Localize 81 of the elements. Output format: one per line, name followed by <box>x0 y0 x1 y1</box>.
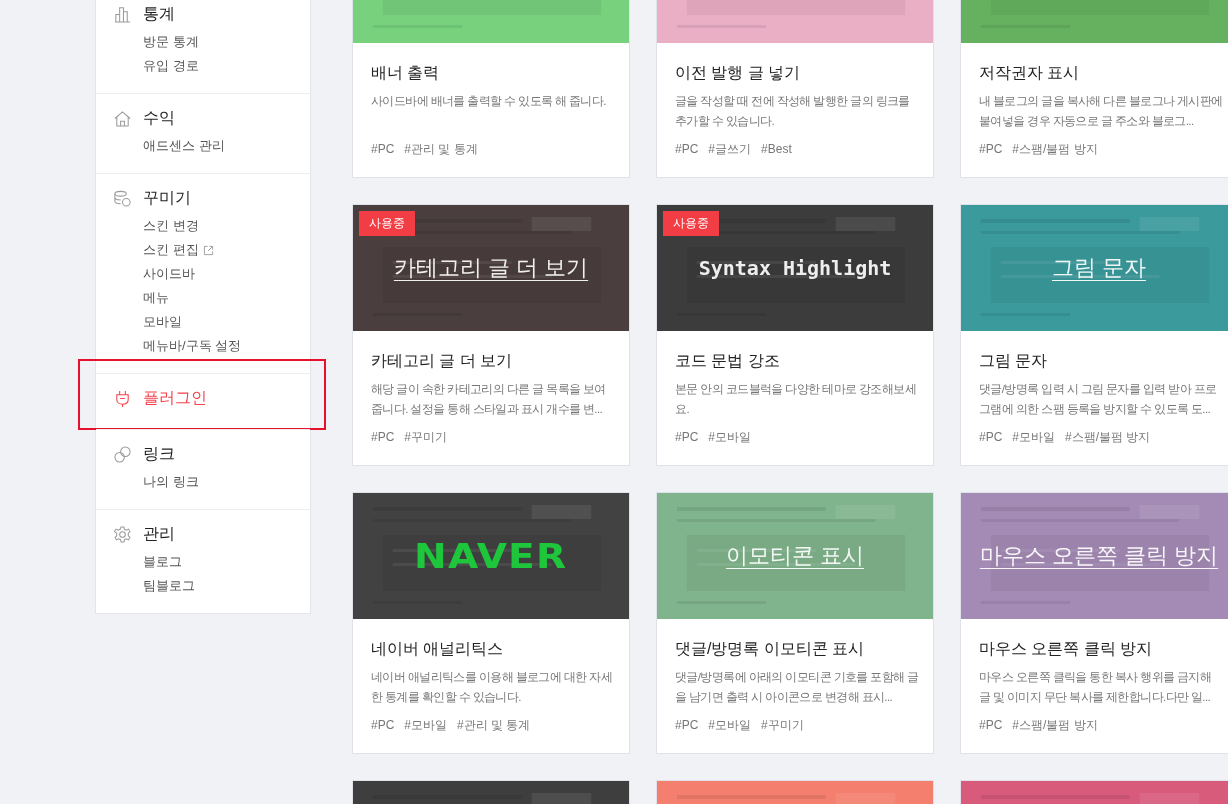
menu-section-header[interactable]: 관리 <box>113 522 175 546</box>
menu-item[interactable]: 유입 경로 <box>143 57 199 75</box>
plugin-description: 댓글/방명록 입력 시 그림 문자를 입력 받아 프로그램에 의한 스팸 등록을 방지할 수 있도록 도... <box>979 382 1218 417</box>
plugin-card[interactable]: 저작권자 표시 내 블로그의 글을 복사해 다른 블로그나 게시판에 붙여넣을 경우 자동으로 글 주소와 블로그... #PC #스팸/불펌 방지 <box>960 0 1228 178</box>
logo: NAVER <box>414 536 568 576</box>
tag[interactable]: #관리 및 통계 <box>457 715 531 735</box>
plugin-card[interactable]: 이모티콘 표시 댓글/방명록 이모티콘 표시 댓글/방명록에 아래의 이모티콘 기호를 포함해 글을 남기면 출력 시 아이콘으로 변경해 표시... #PC #모바일 #꾸미기 <box>656 492 934 754</box>
menu-item[interactable]: 메뉴바/구독 설정 <box>143 337 242 355</box>
menu-section-header[interactable]: 링크 <box>113 442 175 466</box>
menu-item[interactable]: 애드센스 관리 <box>143 137 225 155</box>
plugin-description: 글을 작성할 때 전에 작성해 발행한 글의 링크를 추가할 수 있습니다. <box>675 94 911 129</box>
tag[interactable]: #Best <box>761 139 792 159</box>
plugin-description: 댓글/방명록에 아래의 이모티콘 기호를 포함해 글을 남기면 출력 시 아이콘으로 변경해 표시... <box>675 670 920 705</box>
menu-section-header[interactable]: 통계 <box>113 2 175 26</box>
menu-item[interactable]: 스킨 변경 <box>143 217 199 235</box>
menu-item[interactable]: 방문 통계 <box>143 33 199 51</box>
plugin-title: 마우스 오른쪽 클릭 방지 <box>979 639 1154 659</box>
house-icon <box>113 108 132 128</box>
plugin-title: 네이버 애널리틱스 <box>371 639 505 659</box>
plugin-card[interactable]: 그림 문자 그림 문자 댓글/방명록 입력 시 그림 문자를 입력 받아 프로그램에 의한 스팸 등록을 방지할 수 있도록 도... #PC #모바일 #스팸/불펌 방지 <box>960 204 1228 466</box>
link-icon <box>113 444 132 464</box>
plugin-title: 카테고리 글 더 보기 <box>371 351 514 371</box>
plugin-card[interactable]: NAVER 네이버 애널리틱스 네이버 애널리틱스를 이용해 블로그에 대한 자세한 통계를 확인할 수 있습니다. #PC #모바일 #관리 및 통계 <box>352 492 630 754</box>
tag[interactable]: #모바일 <box>1012 427 1056 447</box>
menu-item[interactable]: 팀블로그 <box>143 577 195 595</box>
plugin-card[interactable]: 이전 발행 글 넣기 글을 작성할 때 전에 작성해 발행한 글의 링크를 추가할 수 있습니다. #PC #글쓰기 #Best <box>656 0 934 178</box>
in-use-badge: 사용중 <box>663 211 719 236</box>
plugin-title: 그림 문자 <box>979 351 1049 371</box>
tag[interactable]: #모바일 <box>708 715 752 735</box>
tag[interactable]: #꾸미기 <box>404 427 448 447</box>
in-use-badge: 사용중 <box>359 211 415 236</box>
banner-title: Syntax Highlight <box>698 256 892 280</box>
tag[interactable]: #PC <box>371 715 395 735</box>
tag[interactable]: #PC <box>675 427 699 447</box>
menu-item[interactable]: 사이드바 <box>143 265 195 283</box>
tag[interactable]: #PC <box>675 715 699 735</box>
tag[interactable]: #PC <box>979 715 1003 735</box>
banner-title: 이모티콘 표시 <box>725 542 865 570</box>
banner-title: 카테고리 글 더 보기 <box>393 254 589 282</box>
tag[interactable]: #글쓰기 <box>708 139 752 159</box>
plugin-description: 본문 안의 코드블럭을 다양한 테마로 강조해보세요. <box>675 382 917 417</box>
plug-icon <box>113 388 132 408</box>
plugin-description: 해당 글이 속한 카테고리의 다른 글 목록을 보여줍니다. 설정을 통해 스타일과 표시 개수를 변... <box>371 382 607 417</box>
menu-section-header[interactable]: 플러그인 <box>113 386 207 410</box>
tag[interactable]: #모바일 <box>708 427 752 447</box>
tag[interactable]: #PC <box>675 139 699 159</box>
plugin-title: 코드 문법 강조 <box>675 351 781 371</box>
tag[interactable]: #관리 및 통계 <box>404 139 478 159</box>
plugin-card[interactable]: 배너 출력 사이드바에 배너를 출력할 수 있도록 해 줍니다. #PC #관리 및 통계 <box>352 0 630 178</box>
menu-item[interactable]: 나의 링크 <box>143 473 199 491</box>
menu-section-header[interactable]: 수익 <box>113 106 175 130</box>
menu-item[interactable]: 메뉴 <box>143 289 169 307</box>
tag[interactable]: #꾸미기 <box>761 715 804 735</box>
plugin-card[interactable]: 마우스 오른쪽 클릭 방지 마우스 오른쪽 클릭 방지 마우스 오른쪽 클릭을 통한 복사 행위를 금지해 글 및 이미지 무단 복사를 제한합니다.다만 일... #PC #스팸/불펌 방지 <box>960 492 1228 754</box>
menu-section-header[interactable]: 꾸미기 <box>113 186 191 210</box>
tag[interactable]: #PC <box>979 139 1003 159</box>
coin-stack-icon <box>113 188 132 208</box>
plugin-card[interactable]: 사용중 카테고리 글 더 보기 카테고리 글 더 보기 해당 글이 속한 카테고리의 다른 글 목록을 보여줍니다. 설정을 통해 스타일과 표시 개수를 변... #PC #꾸미기 <box>352 204 630 466</box>
tag[interactable]: #스팸/불펌 방지 <box>1012 715 1098 735</box>
banner-title: 마우스 오른쪽 클릭 방지 <box>979 542 1219 570</box>
tag[interactable]: #PC <box>371 139 395 159</box>
plugin-card[interactable]: 사용중 Syntax Highlight 코드 문법 강조 본문 안의 코드블럭을 다양한 테마로 강조해보세요. #PC #모바일 <box>656 204 934 466</box>
plugin-title: 이전 발행 글 넣기 <box>675 63 802 83</box>
menu-item[interactable]: 블로그 <box>143 553 182 571</box>
plugin-description: 마우스 오른쪽 클릭을 통한 복사 행위를 금지해 글 및 이미지 무단 복사를 제한합니다.다만 일... <box>979 670 1213 705</box>
menu-item[interactable]: 스킨 편집 <box>143 241 199 259</box>
plugin-title: 배너 출력 <box>371 63 441 83</box>
settings-icon <box>113 524 132 544</box>
bar-chart-icon <box>113 4 132 24</box>
menu-item[interactable]: 모바일 <box>143 313 182 331</box>
tag[interactable]: #스팸/불펌 방지 <box>1065 427 1151 447</box>
tag[interactable]: #PC <box>979 427 1003 447</box>
plugin-description: 내 블로그의 글을 복사해 다른 블로그나 게시판에 붙여넣을 경우 자동으로 글 주소와 블로그... <box>979 94 1224 129</box>
plugin-title: 저작권자 표시 <box>979 63 1081 83</box>
plugin-description: 사이드바에 배너를 출력할 수 있도록 해 줍니다. <box>371 94 607 109</box>
plugin-title: 댓글/방명록 이모티콘 표시 <box>675 639 866 659</box>
tag[interactable]: #PC <box>371 427 395 447</box>
plugin-description: 네이버 애널리틱스를 이용해 블로그에 대한 자세한 통계를 확인할 수 있습니다. <box>371 670 613 705</box>
tag[interactable]: #모바일 <box>404 715 448 735</box>
tag[interactable]: #스팸/불펌 방지 <box>1012 139 1098 159</box>
banner-title: 그림 문자 <box>1051 254 1147 282</box>
